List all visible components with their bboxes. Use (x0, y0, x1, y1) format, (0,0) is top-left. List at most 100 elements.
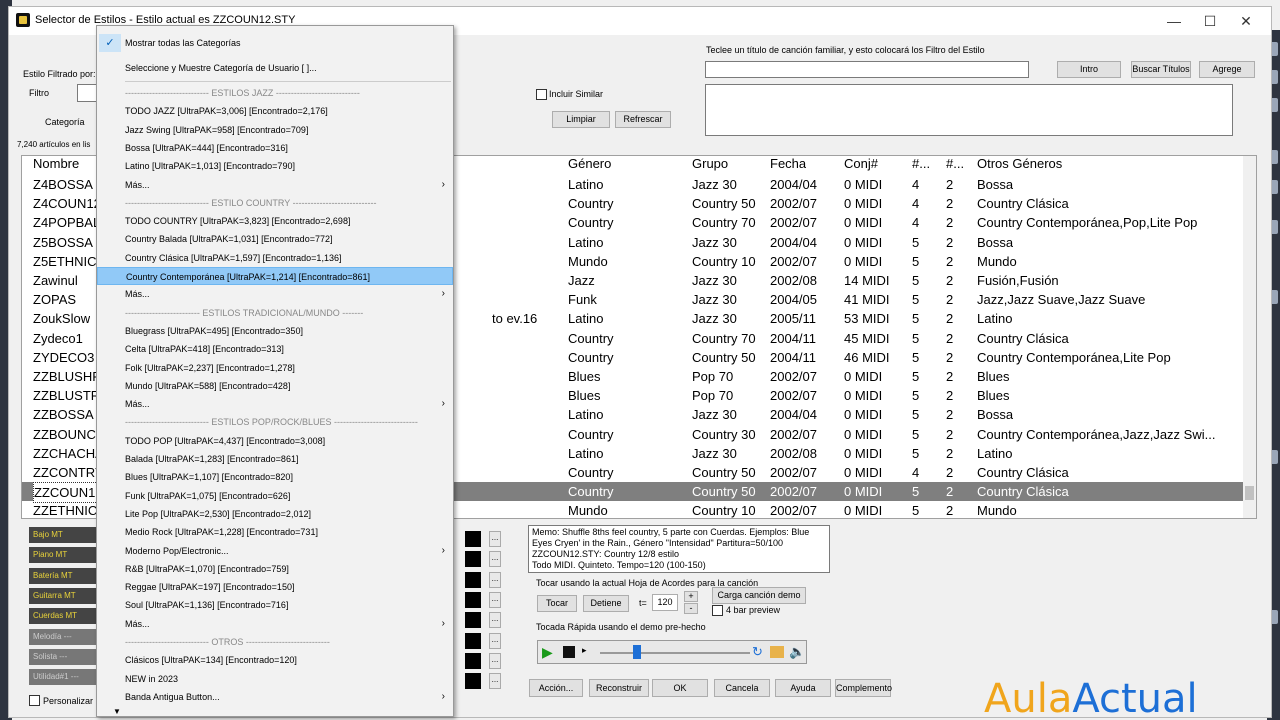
addon-button[interactable]: Complemento (835, 679, 892, 697)
instrument-more-button[interactable]: ... (489, 531, 501, 547)
menu-item[interactable]: Jazz Swing [UltraPAK=958] [Encontrado=70… (97, 121, 453, 139)
play-icon[interactable]: ▶ (542, 644, 553, 661)
help-button[interactable]: Ayuda (775, 679, 831, 697)
col-name[interactable]: Nombre (33, 156, 79, 171)
menu-item[interactable]: Soul [UltraPAK=1,136] [Encontrado=716] (97, 596, 453, 614)
menu-item[interactable]: Country Clásica [UltraPAK=1,597] [Encont… (97, 249, 453, 267)
menu-item[interactable]: Moderno Pop/Electronic... › (97, 542, 453, 560)
instrument-button[interactable]: Cuerdas MT (29, 608, 105, 625)
table-cell: 5 (912, 292, 920, 308)
cancel-button[interactable]: Cancela (714, 679, 770, 697)
menu-item[interactable]: Clásicos [UltraPAK=134] [Encontrado=120] (97, 651, 453, 669)
menu-item[interactable]: Banda Antigua Button... › (97, 688, 453, 706)
instrument-more-button[interactable]: ... (489, 652, 501, 669)
instrument-more-button[interactable]: ... (489, 591, 501, 608)
menu-item[interactable]: Más... › (97, 176, 453, 194)
instrument-volume-box[interactable] (465, 531, 481, 547)
menu-item[interactable]: Celta [UltraPAK=418] [Encontrado=313] (97, 340, 453, 358)
col-num-b[interactable]: #... (946, 156, 964, 171)
menu-item[interactable]: NEW in 2023 (97, 670, 453, 688)
instrument-volume-box[interactable] (465, 551, 481, 568)
seek-track[interactable] (600, 652, 750, 654)
instrument-button[interactable]: Bajo MT (29, 527, 105, 543)
instrument-volume-box[interactable] (465, 632, 481, 649)
instrument-volume-box[interactable] (465, 591, 481, 608)
rebuild-button[interactable]: Reconstruir (589, 679, 649, 697)
action-button[interactable]: Acción... (529, 679, 583, 697)
play-button[interactable]: Tocar (537, 595, 577, 612)
loop-icon[interactable]: ↻ (752, 644, 763, 660)
menu-item[interactable]: Country Balada [UltraPAK=1,031] [Encontr… (97, 230, 453, 248)
menu-item[interactable]: Blues [UltraPAK=1,107] [Encontrado=820] (97, 468, 453, 486)
tempo-up-button[interactable]: + (684, 591, 698, 602)
instrument-more-button[interactable]: ... (489, 612, 501, 629)
clear-button[interactable]: Limpiar (552, 111, 610, 128)
checkmark-icon: ✓ (99, 34, 121, 52)
minimize-button[interactable]: — (1159, 11, 1189, 31)
instrument-more-button[interactable]: ... (489, 632, 501, 649)
menu-item-show-all[interactable]: ✓ Mostrar todas las Categorías (97, 34, 453, 52)
menu-item[interactable]: Más... › (97, 395, 453, 413)
instrument-button[interactable]: Melodía --- (29, 628, 105, 645)
instrument-button[interactable]: Guitarra MT (29, 587, 105, 604)
personalize-checkbox[interactable] (29, 695, 40, 706)
menu-item[interactable]: TODO JAZZ [UltraPAK=3,006] [Encontrado=2… (97, 102, 453, 120)
menu-item[interactable]: Bossa [UltraPAK=444] [Encontrado=316] (97, 139, 453, 157)
menu-item[interactable]: Funk [UltraPAK=1,075] [Encontrado=626] (97, 487, 453, 505)
instrument-more-button[interactable]: ... (489, 571, 501, 588)
refresh-button[interactable]: Refrescar (615, 111, 671, 128)
col-date[interactable]: Fecha (770, 156, 806, 171)
menu-scroll-down-icon[interactable]: ▼ (113, 707, 121, 716)
menu-item[interactable]: Country Contemporánea [UltraPAK=1,214] [… (97, 267, 453, 285)
col-other-genres[interactable]: Otros Géneros (977, 156, 1062, 171)
instrument-volume-box[interactable] (465, 652, 481, 669)
intro-button[interactable]: Intro (1057, 61, 1121, 78)
menu-item[interactable]: TODO COUNTRY [UltraPAK=3,823] [Encontrad… (97, 212, 453, 230)
col-set[interactable]: Conj# (844, 156, 878, 171)
menu-item[interactable]: Medio Rock [UltraPAK=1,228] [Encontrado=… (97, 523, 453, 541)
col-genre[interactable]: Género (568, 156, 611, 171)
add-button[interactable]: Agrege (1199, 61, 1255, 78)
table-scrollbar[interactable] (1243, 156, 1256, 518)
menu-item[interactable]: R&B [UltraPAK=1,070] [Encontrado=759] (97, 560, 453, 578)
stop-button[interactable]: Detiene (583, 595, 629, 612)
search-titles-button[interactable]: Buscar Títulos (1131, 61, 1191, 78)
menu-item[interactable]: Balada [UltraPAK=1,283] [Encontrado=861] (97, 450, 453, 468)
four-bar-checkbox[interactable] (712, 605, 723, 616)
instrument-button[interactable]: Solista --- (29, 648, 105, 665)
menu-item[interactable]: Bluegrass [UltraPAK=495] [Encontrado=350… (97, 322, 453, 340)
menu-item[interactable]: Folk [UltraPAK=2,237] [Encontrado=1,278] (97, 359, 453, 377)
close-button[interactable]: ✕ (1231, 11, 1261, 31)
instrument-volume-box[interactable] (465, 612, 481, 629)
menu-item[interactable]: Más... › (97, 285, 453, 303)
menu-item[interactable]: Mundo [UltraPAK=588] [Encontrado=428] (97, 377, 453, 395)
instrument-button[interactable]: Piano MT (29, 547, 105, 564)
menu-item[interactable]: Más... › (97, 615, 453, 633)
col-num-a[interactable]: #... (912, 156, 930, 171)
menu-item[interactable]: Latino [UltraPAK=1,013] [Encontrado=790] (97, 157, 453, 175)
scroll-thumb[interactable] (1245, 486, 1254, 500)
menu-item[interactable]: Reggae [UltraPAK=197] [Encontrado=150] (97, 578, 453, 596)
include-similar-checkbox[interactable] (536, 89, 547, 100)
tempo-down-button[interactable]: - (684, 603, 698, 614)
menu-item[interactable]: Lite Pop [UltraPAK=2,530] [Encontrado=2,… (97, 505, 453, 523)
speaker-icon[interactable]: 🔈 (789, 644, 805, 660)
instrument-more-button[interactable]: ... (489, 673, 501, 690)
menu-item-user-category[interactable]: Seleccione y Muestre Categoría de Usuari… (97, 59, 453, 77)
menu-item[interactable]: TODO POP [UltraPAK=4,437] [Encontrado=3,… (97, 432, 453, 450)
instrument-volume-box[interactable] (465, 571, 481, 588)
stop-icon[interactable] (563, 646, 575, 658)
col-group[interactable]: Grupo (692, 156, 728, 171)
instrument-button[interactable]: Batería MT (29, 567, 105, 584)
load-demo-button[interactable]: Carga canción demo (712, 587, 806, 604)
instrument-volume-box[interactable] (465, 673, 481, 690)
instrument-button[interactable]: Utilidad#1 --- (29, 669, 105, 686)
seek-thumb[interactable] (633, 645, 641, 659)
tempo-input[interactable]: 120 (652, 594, 678, 611)
next-icon[interactable]: ▸ (582, 645, 587, 656)
ok-button[interactable]: OK (652, 679, 708, 697)
maximize-button[interactable]: ☐ (1195, 11, 1225, 31)
image-icon[interactable] (770, 646, 784, 658)
instrument-more-button[interactable]: ... (489, 551, 501, 568)
song-title-input[interactable] (705, 61, 1029, 78)
